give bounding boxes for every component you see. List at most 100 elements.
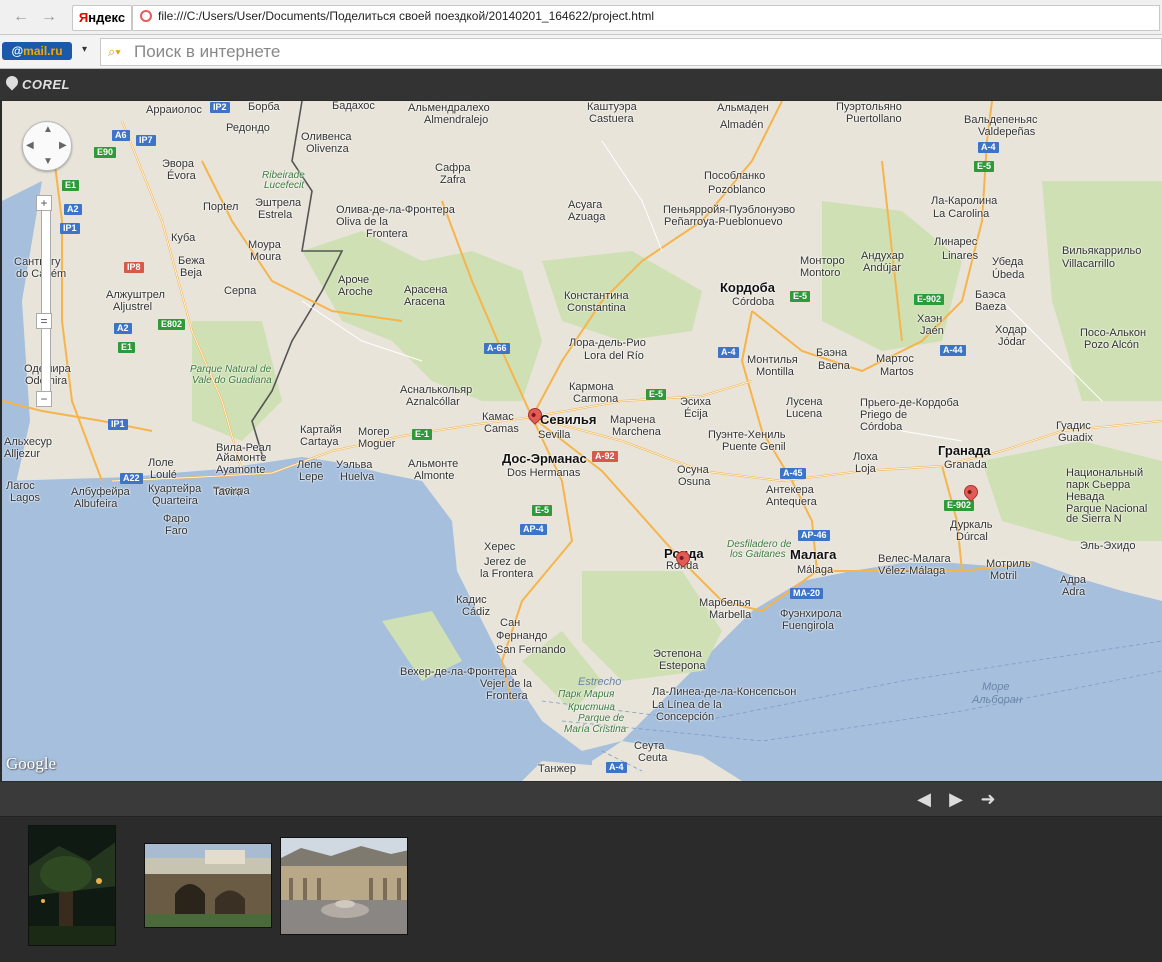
map-place-label: Альхесур: [4, 436, 52, 448]
map-place-label: Puente Genil: [722, 441, 786, 453]
road-shield: MA-20: [790, 588, 824, 599]
road-shield: E-5: [790, 291, 811, 302]
map-place-label: Антекера: [766, 484, 814, 496]
thumbnail-2-image: [145, 844, 271, 927]
search-placeholder[interactable]: Поиск в интернете: [134, 42, 280, 62]
road-shield: IP8: [124, 262, 144, 273]
zoom-in-button[interactable]: +: [36, 195, 52, 211]
map-place-label: Прьего-де-Кордоба: [860, 397, 959, 409]
zoom-out-button[interactable]: −: [36, 391, 52, 407]
map-place-label: Adra: [1062, 586, 1086, 598]
play-button[interactable]: ▶: [945, 788, 967, 810]
map-place-label: Montilla: [756, 366, 794, 378]
thumbnail-1[interactable]: [28, 825, 116, 946]
mailru-logo[interactable]: @mail.ru: [2, 42, 72, 60]
map-city-label: Гранада: [938, 443, 991, 458]
map-place-label: Vélez-Málaga: [878, 565, 946, 577]
road-shield: AP-46: [798, 530, 830, 541]
map-place-label: Beja: [180, 267, 203, 279]
map-place-label: Редондо: [226, 122, 270, 134]
map-place-label: Айамонте: [216, 452, 267, 464]
back-icon[interactable]: ←: [10, 6, 32, 28]
zoom-slider-handle[interactable]: =: [36, 313, 52, 329]
previous-button[interactable]: ◀: [913, 788, 935, 810]
map-place-label: Aljustrel: [113, 301, 153, 313]
thumbnail-2[interactable]: [144, 843, 272, 928]
pan-down-icon[interactable]: ▼: [43, 156, 53, 167]
map-place-label: Линарес: [934, 236, 978, 248]
thumbnail-3[interactable]: [280, 837, 408, 935]
map-place-label: Lagos: [10, 492, 40, 504]
map-place-label: Guadix: [1058, 432, 1093, 444]
thumbnail-1-image: [29, 826, 115, 945]
map-park-label: Парк Мария: [558, 689, 615, 700]
next-button[interactable]: ➜: [977, 788, 999, 810]
map-place-label: Frontera: [366, 228, 408, 240]
map-place-label: La Línea de la: [652, 699, 722, 711]
map-place-label: парк Сьерра: [1066, 479, 1131, 491]
map-place-label: Эвора: [162, 158, 194, 170]
map-place-label: Фернандо: [496, 630, 548, 642]
road-shield: E802: [158, 319, 186, 330]
mailru-dropdown-icon[interactable]: ▾: [82, 44, 87, 55]
map-place-label: Бaэна: [816, 347, 848, 359]
map-place-label: Лоха: [853, 451, 878, 463]
map-place-label: Frontera: [486, 690, 528, 702]
map-place-label: Эсиха: [680, 396, 712, 408]
map-place-label: Моура: [248, 239, 281, 251]
url-text[interactable]: file:///C:/Users/User/Documents/Поделить…: [158, 9, 654, 23]
map-place-label: Concepción: [656, 711, 715, 723]
map-place-label: Танжер: [538, 763, 577, 775]
map-place-label: Фаро: [163, 513, 190, 525]
map-place-label: Évora: [167, 170, 196, 182]
map-place-label: Альмонте: [408, 458, 459, 470]
map-place-label: Almadén: [720, 119, 764, 131]
forward-icon[interactable]: →: [38, 6, 60, 28]
map-sea-label: Альборан: [972, 694, 1022, 706]
road-shield: E1: [118, 342, 136, 353]
corel-logo: COREL: [22, 77, 70, 92]
road-shield: A6: [112, 130, 130, 141]
map-place-label: Вильякаррильо: [1062, 245, 1142, 257]
map-place-label: Оливенса: [301, 131, 352, 143]
map-place-label: Tavira: [213, 486, 243, 498]
road-shield: AP-4: [520, 524, 547, 535]
map-place-label: Алжуштрел: [106, 289, 165, 301]
map-canvas[interactable]: Арраиолос Борба Бадахос Альмендралехо Almend…: [2, 101, 1162, 781]
map-place-label: Арраиолос: [146, 104, 202, 116]
map-place-label: Linares: [942, 250, 979, 262]
map-place-label: Fuengirola: [782, 620, 834, 632]
road-shield: E-1: [412, 429, 433, 440]
map-place-label: Marbella: [709, 609, 752, 621]
road-shield: IP1: [108, 419, 128, 430]
road-shield: E1: [62, 180, 80, 191]
pan-control[interactable]: ▲ ▼ ◀ ▶: [22, 121, 72, 171]
map-place-label: Peñarroya-Pueblonuevo: [664, 216, 783, 228]
map-place-label: Фуэнхирола: [780, 608, 842, 620]
mailru-at: @: [11, 44, 24, 58]
search-engine-icon[interactable]: ⌕▾: [108, 44, 121, 60]
map-place-label: Quarteira: [152, 495, 198, 507]
map-place-label: Гуадис: [1056, 420, 1091, 432]
zoom-slider[interactable]: [41, 210, 51, 402]
map-place-label: Асуага: [568, 199, 603, 211]
map-place-label: Вальдепеньяс: [964, 114, 1038, 126]
map-place-label: Valdepeñas: [978, 126, 1036, 138]
map-place-label: Villacarrillo: [1062, 258, 1115, 270]
yandex-button[interactable]: Яндекс: [72, 5, 132, 31]
google-attribution[interactable]: Google: [6, 754, 56, 774]
pan-left-icon[interactable]: ◀: [26, 140, 34, 151]
map-place-label: Osuna: [678, 476, 711, 488]
map-place-label: Carmona: [573, 393, 619, 405]
map-place-label: Мартос: [876, 353, 914, 365]
map-place-label: Адра: [1060, 574, 1086, 586]
map-place-label: Пособланко: [704, 170, 766, 182]
map-place-label: Lepe: [299, 471, 324, 483]
map-place-label: Кармона: [569, 381, 614, 393]
map-place-label: Эль-Эхидо: [1080, 540, 1136, 552]
pan-up-icon[interactable]: ▲: [43, 124, 53, 135]
map-place-label: Camas: [484, 423, 519, 435]
map-place-label: La Carolina: [933, 208, 990, 220]
map-place-label: Pozoblanco: [708, 184, 766, 196]
pan-right-icon[interactable]: ▶: [59, 140, 67, 151]
